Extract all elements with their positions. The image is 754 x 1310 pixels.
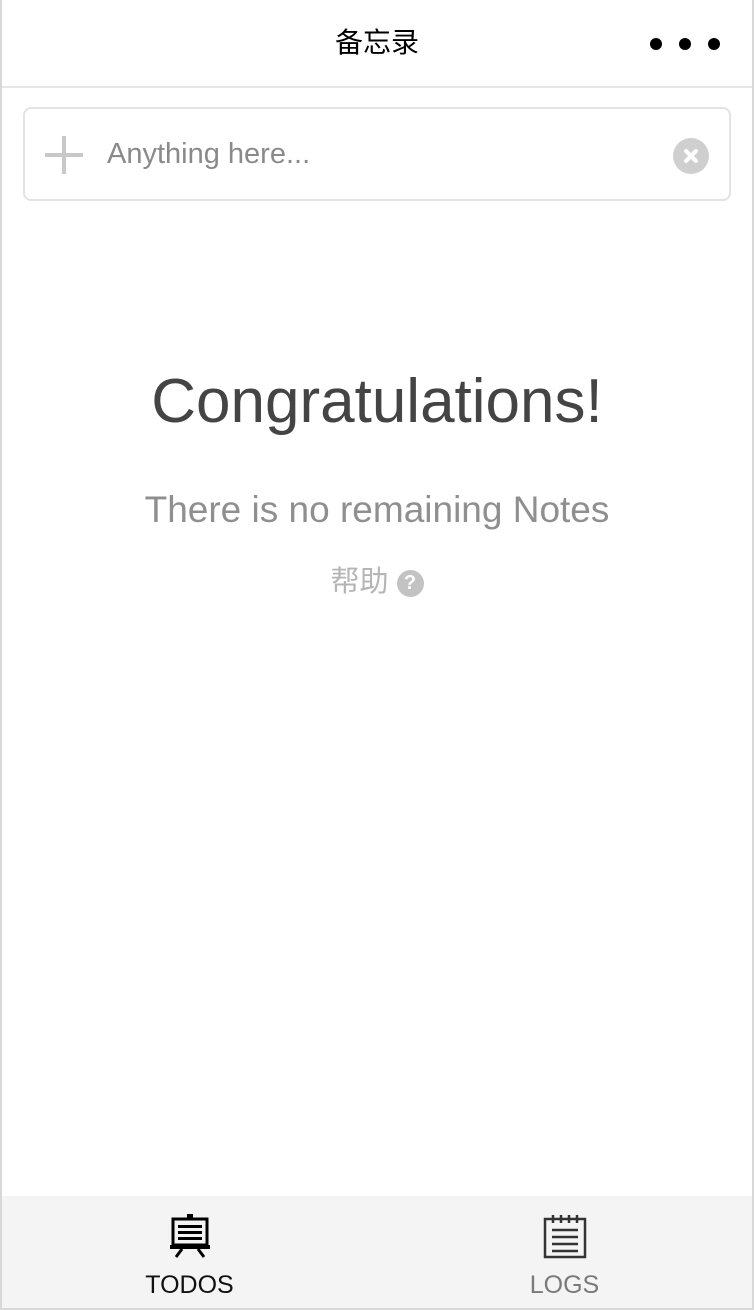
tab-todos[interactable]: TODOS <box>2 1196 377 1308</box>
empty-state-subtitle: There is no remaining Notes <box>144 489 610 530</box>
plus-icon[interactable] <box>45 136 83 174</box>
help-label: 帮助 <box>330 564 389 598</box>
page-title: 备忘录 <box>334 26 419 59</box>
tab-logs[interactable]: LOGS <box>377 1196 752 1308</box>
navigation-bar: 备忘录 <box>2 0 752 88</box>
tab-label: TODOS <box>145 1271 234 1299</box>
todo-board-icon <box>169 1214 210 1258</box>
new-todo-input[interactable] <box>107 129 647 179</box>
more-options-button[interactable] <box>650 30 720 58</box>
app-window: 备忘录 Congratulations! There is no remaini… <box>0 0 754 1310</box>
more-dots-icon <box>679 38 691 50</box>
clear-icon[interactable] <box>673 138 709 174</box>
tab-label: LOGS <box>529 1271 600 1299</box>
help-link[interactable]: 帮助? <box>2 562 752 600</box>
question-circle-icon: ? <box>396 570 424 597</box>
empty-state-title: Congratulations! <box>151 367 603 436</box>
log-notepad-icon <box>543 1215 586 1259</box>
new-todo-bar <box>23 107 731 201</box>
more-dots-icon <box>650 38 662 50</box>
tab-bar: TODOS LOGS <box>2 1196 752 1308</box>
more-dots-icon <box>708 38 720 50</box>
